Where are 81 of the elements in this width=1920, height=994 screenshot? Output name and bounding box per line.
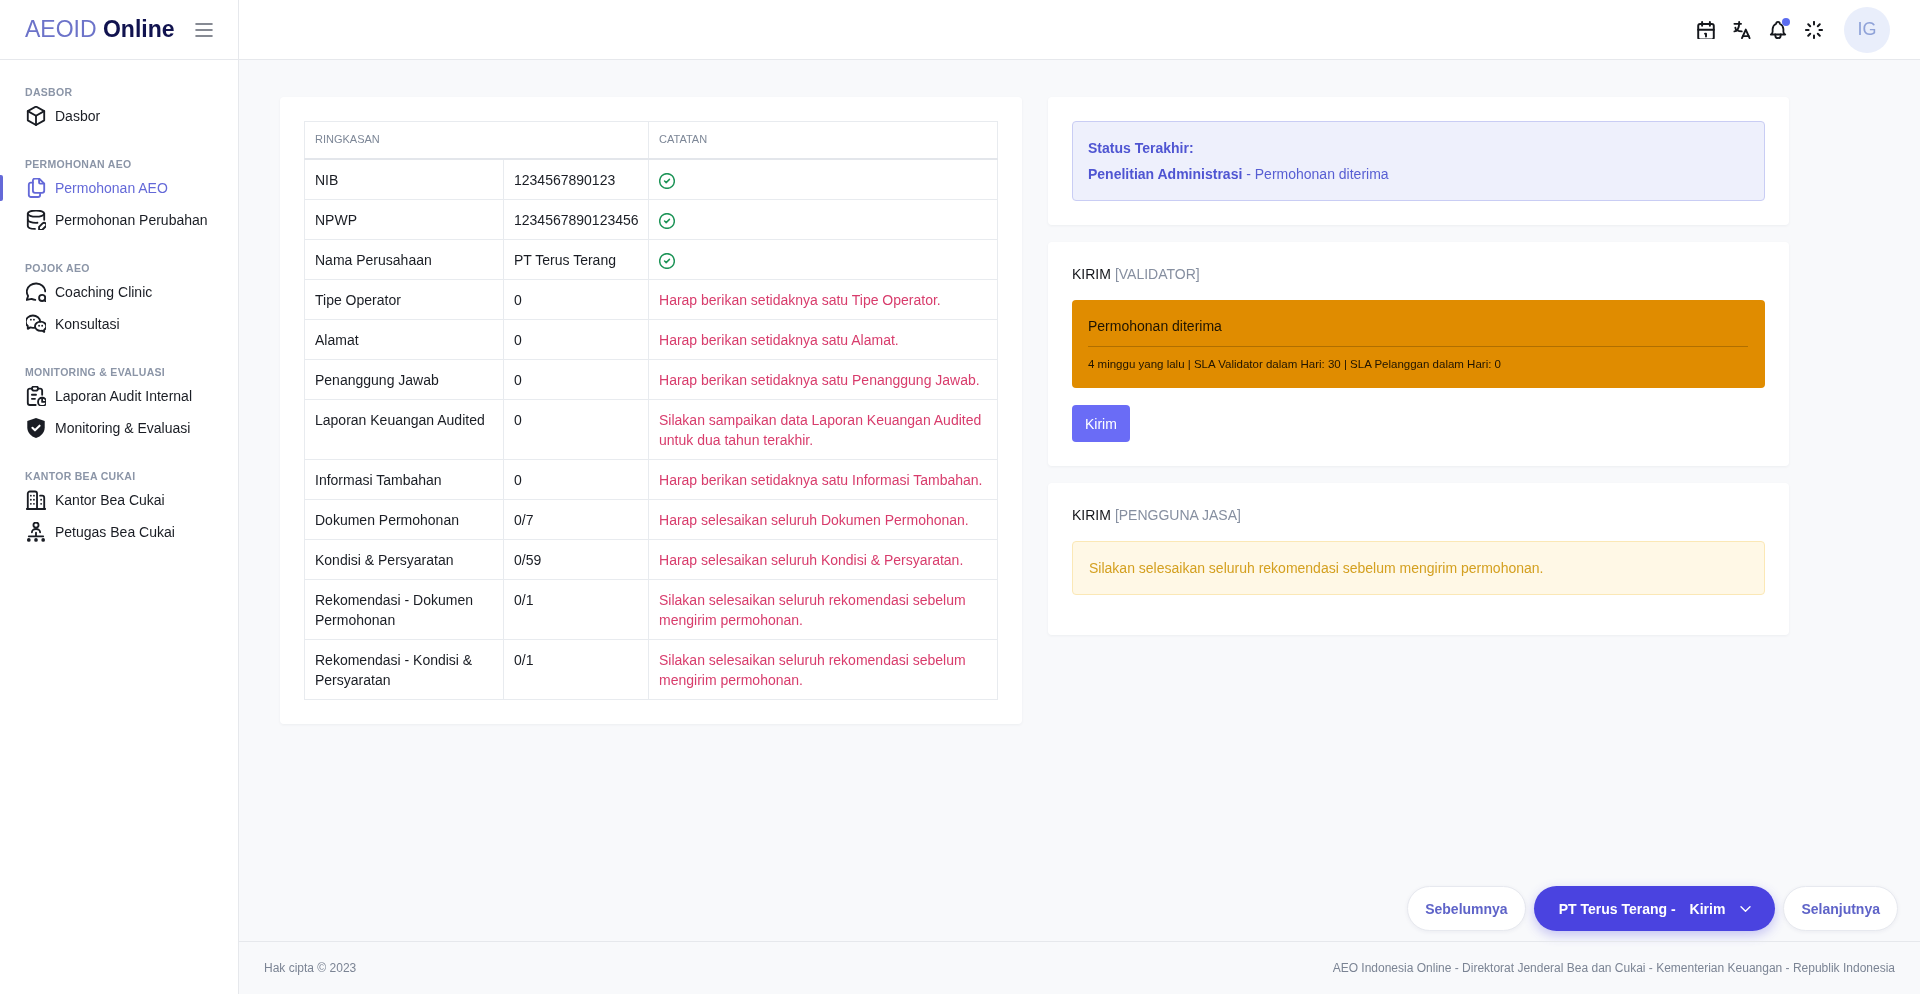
table-cell: Harap berikan setidaknya satu Tipe Operator.: [648, 279, 998, 320]
table-cell: Harap berikan setidaknya satu Informasi Tambahan.: [648, 459, 998, 500]
table-cell: Dokumen Permohonan: [304, 499, 504, 540]
table-cell: 0/1: [503, 639, 649, 700]
column-header: RINGKASAN: [304, 121, 649, 159]
database-edit-icon: [26, 210, 46, 230]
table-cell: Alamat: [304, 319, 504, 360]
sidebar-item[interactable]: Permohonan Perubahan: [26, 210, 208, 230]
table-cell: 1234567890123: [503, 159, 649, 200]
translate-icon[interactable]: [1733, 20, 1751, 39]
sidebar-item[interactable]: Coaching Clinic: [26, 282, 153, 302]
table-cell: 0/59: [503, 539, 649, 580]
table-cell: 0/7: [503, 499, 649, 540]
sidebar-item[interactable]: Dasbor: [26, 106, 101, 126]
table-cell: Kondisi & Persyaratan: [304, 539, 504, 580]
files-icon: [26, 178, 46, 198]
next-button[interactable]: Selanjutnya: [1783, 886, 1898, 931]
table-cell: Rekomendasi - Kondisi & Persyaratan: [304, 639, 504, 700]
sidebar-section-title: PERMOHONAN AEO: [24, 157, 132, 171]
app-logo: AEOID Online: [25, 16, 175, 43]
table-cell: 0: [503, 399, 649, 460]
menu-icon[interactable]: [195, 22, 213, 37]
event-title: Permohonan diterima: [1088, 317, 1223, 336]
table-cell: Harap berikan setidaknya satu Penanggung Jawab.: [648, 359, 998, 400]
shield-check-icon: [26, 418, 46, 438]
chat-bubbles-icon: [26, 314, 46, 334]
table-cell: Harap selesaikan seluruh Kondisi & Persyaratan.: [648, 539, 998, 580]
card-subtitle: [VALIDATOR]: [1114, 266, 1200, 283]
sidebar-section-title: POJOK AEO: [24, 261, 90, 275]
sidebar-item[interactable]: Petugas Bea Cukai: [26, 522, 175, 542]
table-cell: Informasi Tambahan: [304, 459, 504, 500]
table-cell: 0: [503, 319, 649, 360]
sidebar-item[interactable]: Kantor Bea Cukai: [26, 490, 165, 510]
table-cell: NPWP: [304, 199, 504, 240]
table-cell: Laporan Keuangan Audited: [304, 399, 504, 460]
table-cell: Silakan selesaikan seluruh rekomendasi sebelum mengirim permohonan.: [648, 639, 998, 700]
previous-button[interactable]: Sebelumnya: [1407, 886, 1526, 931]
table-cell: 0: [503, 279, 649, 320]
person-network-icon: [26, 522, 46, 542]
sidebar-item[interactable]: Laporan Audit Internal: [26, 386, 192, 406]
sidebar-item[interactable]: Konsultasi: [26, 314, 120, 334]
table-cell: 0/1: [503, 579, 649, 640]
sidebar-section-title: MONITORING & EVALUASI: [24, 365, 166, 379]
warning-alert: Silakan selesaikan seluruh rekomendasi sebelum mengirim permohonan.: [1072, 541, 1765, 595]
table-cell: 0: [503, 459, 649, 500]
active-indicator: [0, 175, 3, 201]
status-text: Penelitian Administrasi - Permohonan diterima: [1088, 165, 1390, 184]
table-cell: Penanggung Jawab: [304, 359, 504, 400]
table-cell: Silakan selesaikan seluruh rekomendasi sebelum mengirim permohonan.: [648, 579, 998, 640]
chat-search-icon: [26, 282, 46, 302]
sidebar-section-title: KANTOR BEA CUKAI: [24, 469, 136, 483]
copyright-text: Hak cipta © 2023: [264, 961, 357, 975]
card-title: KIRIM: [1072, 266, 1111, 283]
table-cell: Tipe Operator: [304, 279, 504, 320]
sidebar-item[interactable]: Monitoring & Evaluasi: [26, 418, 191, 438]
loader-icon[interactable]: [1805, 20, 1823, 39]
card-subtitle: [PENGGUNA JASA]: [1114, 507, 1241, 524]
table-cell: Rekomendasi - Dokumen Permohonan: [304, 579, 504, 640]
status-title: Status Terakhir:: [1088, 139, 1195, 158]
buildings-icon: [26, 490, 46, 510]
clipboard-clock-icon: [26, 386, 46, 406]
send-button[interactable]: Kirim: [1072, 405, 1130, 442]
table-cell: 1234567890123456: [503, 199, 649, 240]
sidebar-section-title: DASBOR: [24, 85, 73, 99]
column-header: CATATAN: [648, 121, 998, 159]
table-cell: Harap berikan setidaknya satu Alamat.: [648, 319, 998, 360]
table-cell: NIB: [304, 159, 504, 200]
sidebar-item[interactable]: Permohonan AEO: [26, 178, 168, 198]
bell-icon[interactable]: [1769, 20, 1787, 39]
cube-icon: [26, 106, 46, 126]
table-cell: Silakan sampaikan data Laporan Keuangan Audited untuk dua tahun terakhir.: [648, 399, 998, 460]
step-dropdown-button[interactable]: PT Terus Terang - Kirim: [1533, 886, 1776, 931]
footer-credits: AEO Indonesia Online - Direktorat Jenderal Bea dan Cukai - Kementerian Keuangan - Republik Indonesia: [1332, 961, 1895, 975]
table-cell: Nama Perusahaan: [304, 239, 504, 280]
event-details: 4 minggu yang lalu | SLA Validator dalam Hari: 30 | SLA Pelanggan dalam Hari: 0: [1088, 357, 1502, 372]
table-cell: PT Terus Terang: [503, 239, 649, 280]
card-title: KIRIM: [1072, 507, 1111, 524]
table-cell: Harap selesaikan seluruh Dokumen Permohonan.: [648, 499, 998, 540]
chevron-down-icon: [1740, 905, 1752, 912]
calendar-icon[interactable]: [1697, 20, 1715, 39]
table-cell: 0: [503, 359, 649, 400]
